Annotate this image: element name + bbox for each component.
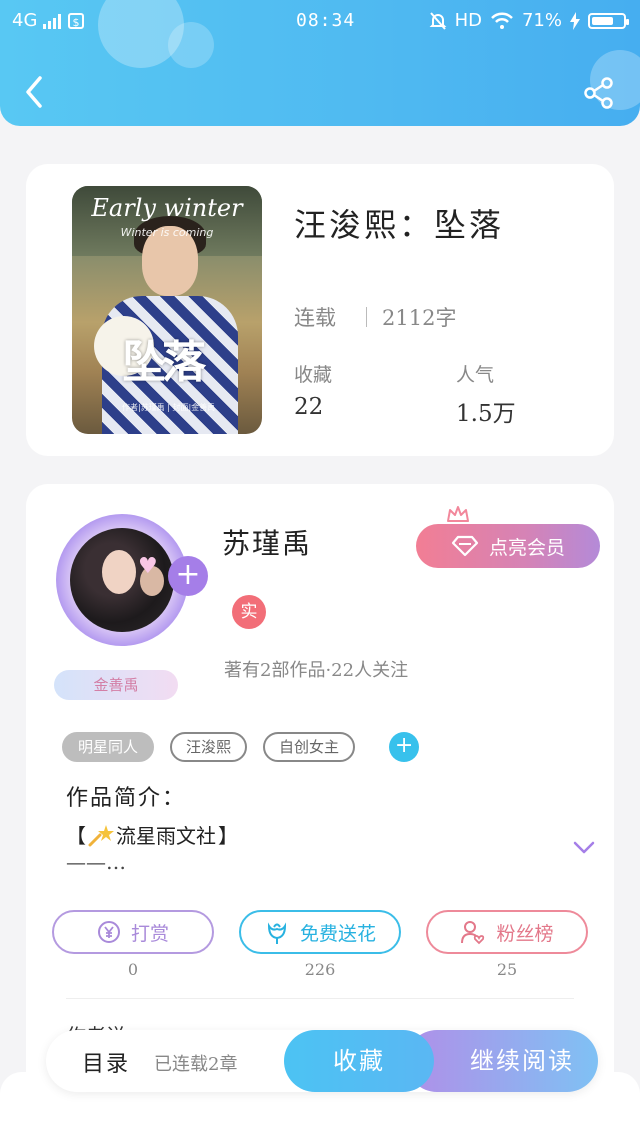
flower-count: 226 [304, 960, 336, 979]
intro-more-text: ——… [66, 850, 126, 874]
svg-text:$: $ [73, 16, 80, 29]
avatar[interactable]: ♥ + [56, 514, 208, 646]
tag-item[interactable]: 汪浚熙 [170, 732, 248, 762]
author-name[interactable]: 苏瑾禹 [222, 522, 312, 562]
continue-reading-button[interactable]: 继续阅读 [406, 1030, 598, 1092]
tag-list: 明星同人 汪浚熙 自创女主 + [62, 732, 420, 762]
cover-big-text: 坠落 [122, 337, 206, 388]
book-info-card: Early winter Winter is coming 坠落 作者|苏瑾禹 … [26, 164, 614, 456]
reward-count: 0 [127, 960, 139, 979]
send-flower-button[interactable]: 免费送花 [239, 910, 401, 954]
diamond-icon [451, 535, 479, 557]
cover-title: Early winter [91, 194, 243, 222]
intro-org: 流星雨文社 [116, 824, 216, 848]
verified-badge: 实 [232, 595, 266, 629]
follow-plus-button[interactable]: + [168, 556, 208, 596]
popularity-value: 1.5万 [456, 401, 516, 427]
yen-coin-icon [97, 921, 120, 943]
fan-rank-label: 粉丝榜 [496, 922, 554, 945]
battery-percent: 71% [521, 10, 562, 31]
fan-user-icon [461, 921, 485, 945]
hd-label: HD [454, 10, 482, 31]
crown-icon [447, 506, 469, 522]
favorites-label: 收藏 [294, 364, 333, 386]
book-title: 汪浚熙：坠落 [294, 206, 505, 244]
fan-count: 25 [496, 960, 518, 979]
author-meta: 著有2部作品·22人关注 [224, 660, 409, 681]
favorite-button[interactable]: 收藏 [284, 1030, 434, 1092]
flower-icon [267, 922, 286, 944]
share-button[interactable] [582, 76, 616, 110]
word-count: 2112字 [382, 306, 457, 330]
reward-label: 打赏 [130, 922, 169, 945]
battery-icon [588, 12, 629, 29]
send-flower-label: 免费送花 [299, 922, 376, 945]
divider [366, 307, 367, 327]
chevron-left-icon [26, 76, 42, 108]
bracket-open: 【 [66, 824, 86, 848]
cover-subtitle: Winter is coming [120, 226, 214, 239]
vip-button-label: 点亮会员 [488, 536, 565, 559]
share-icon [584, 77, 613, 109]
reward-button[interactable]: 打赏 [52, 910, 214, 954]
header-bar: 4G $ 08:34 HD 71% [0, 0, 640, 126]
sim-icon: $ [68, 12, 85, 29]
divider [66, 998, 574, 999]
intro-title: 作品简介： [66, 786, 187, 811]
fan-rank-button[interactable]: 粉丝榜 [426, 910, 588, 954]
charging-icon [570, 11, 580, 30]
cover-caption: 作者|苏瑾禹 | 封面|金善禹 [122, 403, 216, 412]
book-cover[interactable]: Early winter Winter is coming 坠落 作者|苏瑾禹 … [72, 186, 262, 434]
status-bar: 4G $ 08:34 HD 71% [0, 8, 640, 36]
chevron-down-icon[interactable] [572, 840, 596, 856]
continue-reading-label: 继续阅读 [470, 1047, 574, 1075]
bottom-action-bar: 目录 已连载2章 继续阅读 收藏 [46, 1030, 598, 1092]
chapter-count: 已连载2章 [154, 1054, 238, 1075]
add-tag-button[interactable]: + [389, 732, 420, 762]
signal-icon [43, 13, 62, 29]
wifi-icon [491, 12, 513, 29]
network-label: 4G [12, 10, 38, 31]
shooting-star-icon [88, 824, 114, 846]
book-status: 连载 [294, 306, 336, 330]
bracket-close: 】 [218, 824, 238, 848]
intro-text: 【 流星雨文社 】 [66, 820, 238, 849]
tag-item[interactable]: 明星同人 [62, 732, 155, 762]
back-button[interactable] [18, 72, 54, 112]
favorites-value: 22 [294, 394, 324, 420]
tag-item[interactable]: 自创女主 [263, 732, 356, 762]
author-tag: 金善禹 [54, 670, 178, 700]
popularity-label: 人气 [456, 364, 495, 386]
mute-bell-icon [429, 11, 446, 30]
heart-icon: ♥ [138, 554, 158, 579]
toc-button[interactable]: 目录 [82, 1046, 130, 1078]
vip-button[interactable]: 点亮会员 [416, 524, 600, 568]
clock: 08:34 [296, 10, 356, 31]
